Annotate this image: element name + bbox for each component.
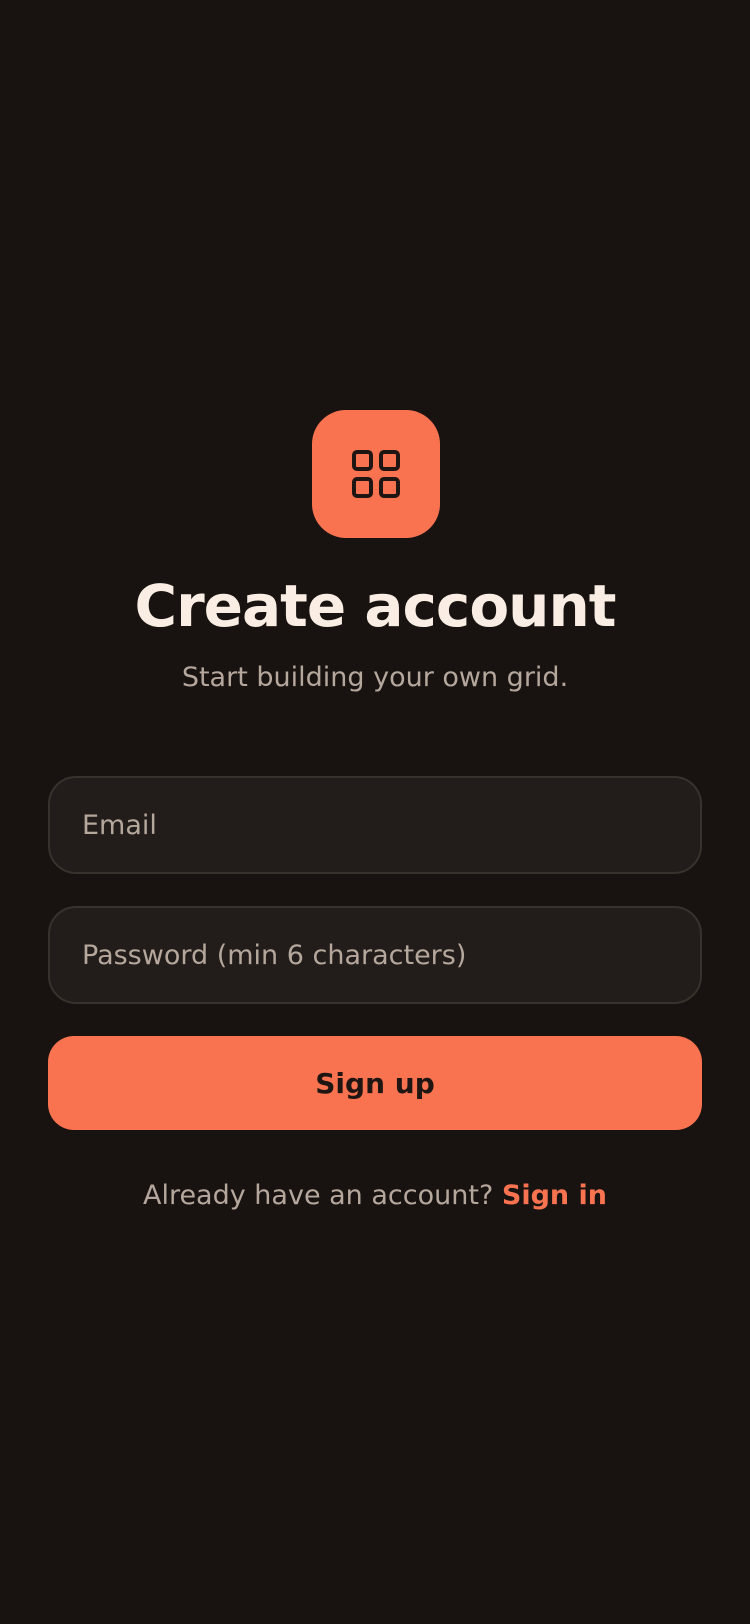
signup-screen: Create account Start building your own g… xyxy=(0,0,750,1624)
email-field[interactable] xyxy=(48,776,702,874)
grid-icon xyxy=(352,450,400,498)
page-subtitle: Start building your own grid. xyxy=(181,662,569,693)
password-field[interactable] xyxy=(48,906,702,1004)
sign-in-prompt: Already have an account? Sign in xyxy=(0,1174,750,1218)
sign-in-link[interactable]: Sign in xyxy=(502,1180,607,1211)
sign-up-button[interactable]: Sign up xyxy=(48,1036,702,1130)
page-title: Create account xyxy=(134,572,617,640)
app-logo xyxy=(312,410,440,538)
sign-in-prompt-text: Already have an account? xyxy=(142,1180,494,1211)
